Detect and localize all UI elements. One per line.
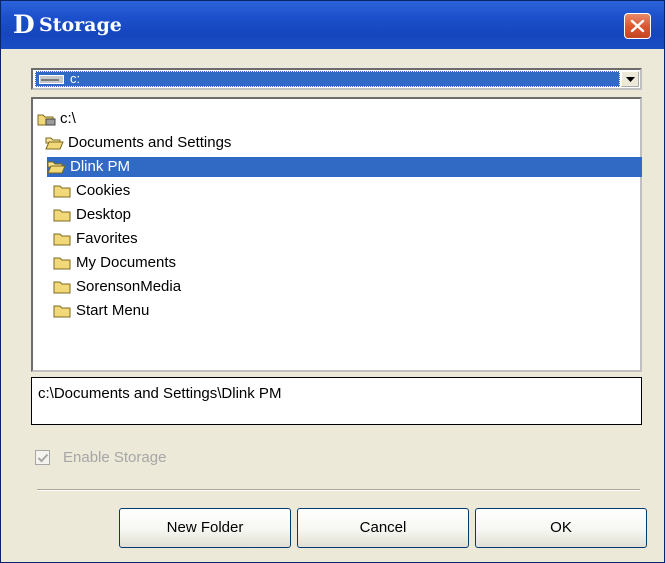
folder-icon <box>53 305 71 318</box>
drive-folder-icon <box>37 114 56 126</box>
separator <box>37 489 640 491</box>
tree-item-dlink-pm[interactable]: Dlink PM <box>47 157 642 177</box>
tree-item-label: Favorites <box>76 230 138 247</box>
tree-item-label: Dlink PM <box>70 158 131 175</box>
folder-icon <box>53 185 71 198</box>
close-icon <box>630 19 645 33</box>
tree-item-label: Documents and Settings <box>68 134 232 151</box>
drive-selector[interactable]: c: <box>31 68 642 90</box>
tree-item-label: Desktop <box>76 206 132 223</box>
drive-selected-item[interactable]: c: <box>35 71 620 87</box>
title-bar[interactable]: D Storage <box>1 1 664 49</box>
tree-item-label: SorensonMedia <box>76 278 182 295</box>
folder-icon <box>53 281 71 294</box>
folder-icon <box>53 209 71 222</box>
dlink-logo: D <box>13 10 35 39</box>
selection-highlight <box>47 157 642 177</box>
path-field[interactable]: c:\Documents and Settings\Dlink PM <box>31 377 642 425</box>
window-title: Storage <box>39 14 122 36</box>
hard-drive-icon <box>39 75 64 84</box>
checkmark-icon <box>37 453 49 463</box>
enable-storage-checkbox[interactable] <box>35 450 50 465</box>
drive-dropdown-button[interactable] <box>621 71 639 87</box>
cancel-button[interactable]: Cancel <box>297 508 469 548</box>
tree-item-label: Cookies <box>76 182 131 199</box>
ok-button[interactable]: OK <box>475 508 647 548</box>
folder-icon <box>53 233 71 246</box>
drive-label: c: <box>70 71 81 86</box>
enable-storage-label: Enable Storage <box>63 449 167 466</box>
tree-item-label: My Documents <box>76 254 177 271</box>
new-folder-button[interactable]: New Folder <box>119 508 291 548</box>
chevron-down-icon <box>626 77 635 82</box>
storage-dialog: D Storage c: c:\ Documents and Settings … <box>0 0 665 563</box>
tree-item-label: c:\ <box>60 110 76 127</box>
tree-item-label: Start Menu <box>76 302 150 319</box>
folder-tree[interactable]: c:\ Documents and Settings Dlink PM Cook… <box>31 97 642 372</box>
open-folder-icon <box>47 161 66 174</box>
open-folder-icon <box>45 137 64 150</box>
folder-icon <box>53 257 71 270</box>
close-button[interactable] <box>624 13 651 39</box>
